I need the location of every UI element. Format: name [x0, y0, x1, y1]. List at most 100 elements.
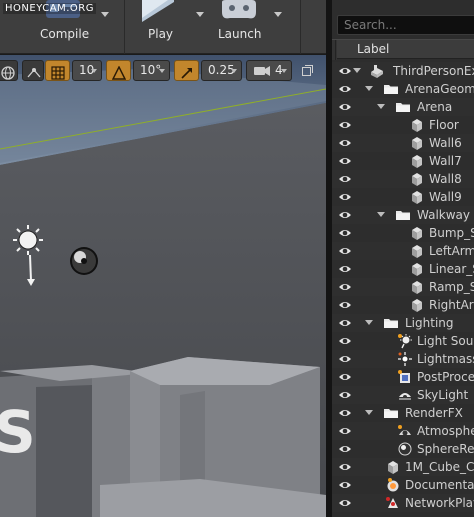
visibility-eye-icon[interactable] [338, 318, 352, 328]
outliner-search-input[interactable]: Search... [337, 15, 474, 35]
outliner-row-label: PostProce [417, 370, 474, 384]
world-space-toggle[interactable] [0, 60, 18, 81]
scale-snap-toggle[interactable] [174, 60, 199, 81]
viewport-text-mesh: S [0, 398, 36, 466]
outliner-row[interactable]: Documentatio [332, 476, 474, 494]
visibility-eye-icon[interactable] [338, 408, 352, 418]
outliner-row[interactable]: Arena [332, 98, 474, 116]
visibility-eye-icon[interactable] [338, 462, 352, 472]
visibility-eye-icon[interactable] [338, 498, 352, 508]
grid-snap-toggle[interactable] [45, 60, 70, 81]
play-dropdown-icon[interactable] [196, 12, 204, 17]
expand-triangle-icon[interactable] [365, 86, 373, 91]
outliner-row[interactable]: PostProce [332, 368, 474, 386]
outliner-row[interactable]: Atmospher [332, 422, 474, 440]
visibility-eye-icon[interactable] [338, 102, 352, 112]
reflection-capture-sprite-icon[interactable] [70, 247, 98, 275]
grid-snap-value-dropdown[interactable]: 10 [72, 60, 102, 81]
outliner-row[interactable]: Walkway [332, 206, 474, 224]
maximize-viewport-button[interactable] [302, 65, 313, 76]
launch-icon [222, 0, 256, 19]
visibility-eye-icon[interactable] [338, 228, 352, 238]
static-mesh-icon [409, 279, 425, 295]
launch-label: Launch [218, 27, 262, 41]
expand-triangle-icon[interactable] [377, 212, 385, 217]
outliner-row[interactable]: Wall8 [332, 170, 474, 188]
level-viewport[interactable]: S 10 10° 0.25 4 [0, 55, 326, 517]
visibility-eye-icon[interactable] [338, 210, 352, 220]
static-mesh-icon [409, 135, 425, 151]
visibility-eye-icon[interactable] [338, 354, 352, 364]
visibility-eye-icon[interactable] [338, 120, 352, 130]
outliner-row[interactable]: ArenaGeome [332, 80, 474, 98]
outliner-row[interactable]: Wall6 [332, 134, 474, 152]
viewport-toolbar: 10 10° 0.25 4 [0, 57, 326, 83]
launch-dropdown-icon[interactable] [274, 12, 282, 17]
visibility-eye-icon[interactable] [338, 156, 352, 166]
maximize-icon [302, 65, 313, 76]
visibility-eye-icon[interactable] [338, 84, 352, 94]
visibility-eye-icon[interactable] [338, 480, 352, 490]
outliner-row-label: Lighting [405, 316, 454, 330]
outliner-row[interactable]: RightArm [332, 296, 474, 314]
reflection-capture-icon [397, 441, 413, 457]
rotation-snap-toggle[interactable] [106, 60, 131, 81]
visibility-eye-icon[interactable] [338, 174, 352, 184]
visibility-eye-icon[interactable] [338, 282, 352, 292]
outliner-row-label: Wall8 [429, 172, 462, 186]
visibility-eye-icon[interactable] [338, 246, 352, 256]
compile-dropdown-icon[interactable] [101, 12, 109, 17]
expand-triangle-icon[interactable] [353, 68, 361, 73]
visibility-eye-icon[interactable] [338, 300, 352, 310]
outliner-row[interactable]: Wall9 [332, 188, 474, 206]
visibility-eye-icon[interactable] [338, 264, 352, 274]
label-column-header[interactable]: Label [357, 42, 389, 56]
outliner-row[interactable]: Lightmass [332, 350, 474, 368]
outliner-row[interactable]: ThirdPersonExa [332, 62, 474, 80]
outliner-row-label: Documentatio [405, 478, 474, 492]
rotation-snap-value-dropdown[interactable]: 10° [133, 60, 170, 81]
visibility-eye-icon[interactable] [338, 426, 352, 436]
visibility-eye-icon[interactable] [338, 444, 352, 454]
outliner-row[interactable]: SkyLight [332, 386, 474, 404]
column-divider[interactable] [335, 40, 336, 60]
visibility-eye-icon[interactable] [338, 192, 352, 202]
compile-label: Compile [40, 27, 90, 41]
outliner-row-label: Wall7 [429, 154, 462, 168]
level-icon [369, 63, 385, 79]
main-toolbar: Compile Play Launch HONEYCAM.ORG [0, 0, 326, 54]
surface-snap-icon [23, 64, 44, 81]
camera-speed-dropdown[interactable]: 4 [246, 60, 292, 81]
outliner-row-label: LeftArm_ [429, 244, 474, 258]
outliner-row[interactable]: NetworkPlay [332, 494, 474, 512]
outliner-row[interactable]: Lighting [332, 314, 474, 332]
outliner-row[interactable]: LeftArm_ [332, 242, 474, 260]
static-mesh-icon [409, 117, 425, 133]
skylight-icon [397, 387, 413, 403]
expand-triangle-icon[interactable] [365, 320, 373, 325]
outliner-row[interactable]: Bump_S [332, 224, 474, 242]
search-placeholder: Search... [344, 18, 397, 32]
outliner-row-label: RenderFX [405, 406, 463, 420]
outliner-row-label: Lightmass [417, 352, 474, 366]
visibility-eye-icon[interactable] [338, 66, 352, 76]
visibility-eye-icon[interactable] [338, 336, 352, 346]
visibility-eye-icon[interactable] [338, 390, 352, 400]
launch-button[interactable]: Launch [212, 0, 296, 54]
outliner-row[interactable]: Light Sourc [332, 332, 474, 350]
expand-triangle-icon[interactable] [377, 104, 385, 109]
surface-snap-toggle[interactable] [22, 60, 44, 81]
outliner-row[interactable]: 1M_Cube_Ch [332, 458, 474, 476]
folder-icon [395, 207, 411, 223]
outliner-row[interactable]: SphereRefl [332, 440, 474, 458]
outliner-row[interactable]: Floor [332, 116, 474, 134]
visibility-eye-icon[interactable] [338, 138, 352, 148]
outliner-row[interactable]: Linear_S [332, 260, 474, 278]
expand-triangle-icon[interactable] [365, 410, 373, 415]
outliner-row[interactable]: Ramp_S [332, 278, 474, 296]
outliner-row[interactable]: Wall7 [332, 152, 474, 170]
visibility-eye-icon[interactable] [338, 372, 352, 382]
play-button[interactable]: Play [134, 0, 212, 54]
scale-snap-value-dropdown[interactable]: 0.25 [201, 60, 242, 81]
outliner-row[interactable]: RenderFX [332, 404, 474, 422]
